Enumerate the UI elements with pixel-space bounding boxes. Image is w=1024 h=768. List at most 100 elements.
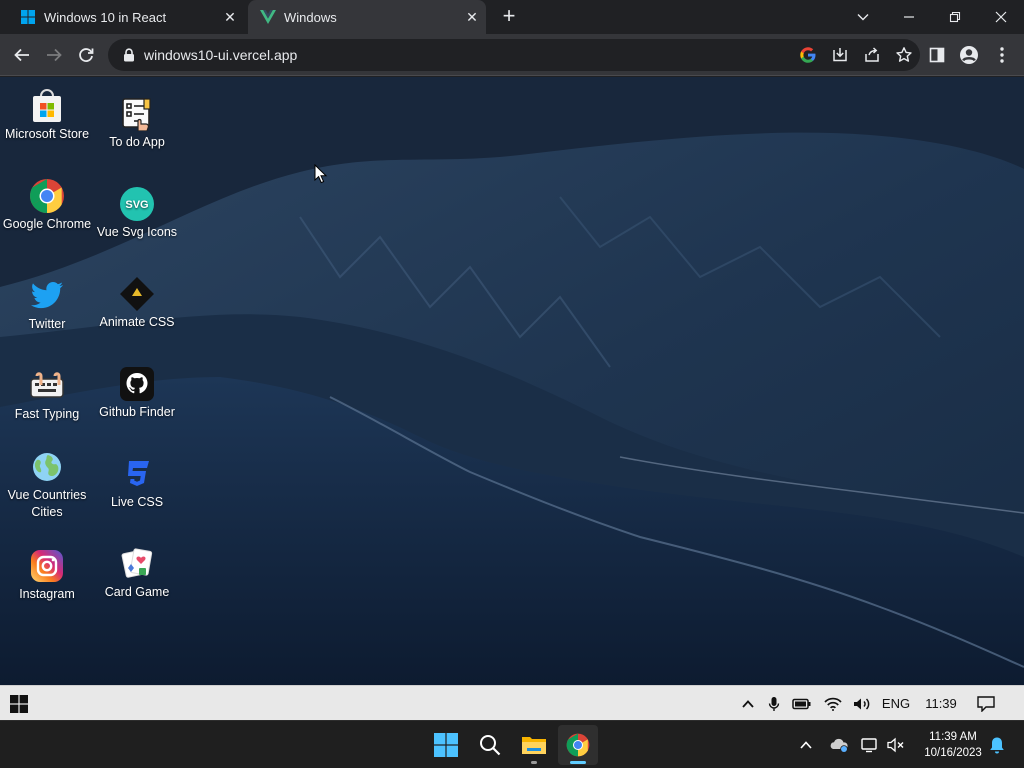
google-icon bbox=[800, 47, 816, 63]
star-icon bbox=[896, 47, 912, 62]
vue-logo-icon bbox=[260, 10, 276, 24]
notifications-button[interactable] bbox=[986, 721, 1008, 768]
tab-strip: Windows 10 in React ✕ Windows ✕ + bbox=[0, 0, 1024, 34]
show-hidden-icons-button[interactable] bbox=[738, 686, 758, 721]
desktop-icon-label: To do App bbox=[109, 135, 165, 149]
action-center-button[interactable] bbox=[972, 686, 1000, 721]
share-button[interactable] bbox=[856, 41, 888, 69]
reload-icon bbox=[79, 48, 94, 62]
side-panel-icon bbox=[929, 47, 945, 63]
wifi-button[interactable] bbox=[820, 686, 846, 721]
taskbar-search-button[interactable] bbox=[470, 725, 510, 765]
battery-button[interactable] bbox=[790, 686, 814, 721]
new-tab-button[interactable]: + bbox=[496, 5, 522, 29]
google-lens-button[interactable] bbox=[792, 41, 824, 69]
desktop-icon-label: Vue Svg Icons bbox=[96, 225, 178, 239]
share-icon bbox=[865, 47, 879, 62]
search-icon bbox=[480, 735, 501, 756]
chevron-up-icon bbox=[800, 741, 812, 749]
side-panel-button[interactable] bbox=[923, 41, 951, 69]
notification-icon bbox=[977, 695, 995, 712]
tab-windows[interactable]: Windows ✕ bbox=[248, 0, 486, 34]
fast-typing-icon bbox=[29, 368, 65, 404]
restore-button[interactable] bbox=[932, 0, 978, 34]
back-button[interactable] bbox=[8, 41, 36, 69]
desktop-icon-live-css[interactable]: Live CSS bbox=[92, 456, 182, 511]
desktop-icon-label: Fast Typing bbox=[14, 407, 80, 421]
tab-close-icon[interactable]: ✕ bbox=[458, 9, 486, 26]
desktop-icon-label: Twitter bbox=[28, 317, 66, 331]
win11-start-button[interactable] bbox=[426, 725, 466, 765]
file-explorer-icon bbox=[522, 737, 546, 754]
host-show-hidden-icons[interactable] bbox=[794, 721, 818, 768]
desktop-icon-vue-svg-icons[interactable]: SVG Vue Svg Icons bbox=[92, 186, 182, 241]
microphone-button[interactable] bbox=[764, 686, 784, 721]
minimize-button[interactable] bbox=[886, 0, 932, 34]
desktop-icon-card-game[interactable]: Card Game bbox=[92, 546, 182, 601]
desktop-icon-instagram[interactable]: Instagram bbox=[2, 548, 92, 603]
arrow-left-icon bbox=[14, 48, 29, 62]
desktop-icon-vue-countries-cities[interactable]: Vue Countries Cities bbox=[2, 449, 92, 521]
chrome-icon bbox=[566, 733, 590, 757]
more-vertical-icon bbox=[1000, 47, 1004, 63]
tab-search-button[interactable] bbox=[840, 0, 886, 34]
desktop-icon-label: Live CSS bbox=[110, 495, 164, 509]
tab-windows-10-in-react[interactable]: Windows 10 in React ✕ bbox=[8, 0, 244, 34]
volume-button[interactable] bbox=[850, 686, 874, 721]
svg-badge-text: SVG bbox=[125, 199, 148, 211]
win10-clock[interactable]: 11:39 bbox=[918, 686, 964, 721]
volume-muted-icon bbox=[887, 737, 904, 753]
microsoft-store-icon bbox=[29, 88, 65, 124]
address-bar[interactable]: windows10-ui.vercel.app bbox=[108, 39, 920, 71]
arrow-right-icon bbox=[47, 48, 62, 62]
desktop-icon-twitter[interactable]: Twitter bbox=[2, 278, 92, 333]
chevron-down-icon bbox=[857, 14, 869, 21]
volume-button[interactable] bbox=[884, 721, 908, 768]
css3-icon bbox=[119, 456, 155, 492]
chrome-icon bbox=[29, 178, 65, 214]
taskbar-file-explorer[interactable] bbox=[514, 725, 554, 765]
desktop-icon-fast-typing[interactable]: Fast Typing bbox=[2, 368, 92, 423]
desktop-icon-label: Github Finder bbox=[99, 405, 175, 419]
onedrive-icon bbox=[830, 738, 848, 753]
forward-button[interactable] bbox=[40, 41, 68, 69]
windows-logo-icon bbox=[434, 733, 458, 757]
card-game-icon bbox=[119, 546, 155, 582]
twitter-icon bbox=[29, 278, 65, 314]
minimize-icon bbox=[904, 16, 914, 18]
win10-start-button[interactable] bbox=[10, 695, 28, 713]
chevron-up-icon bbox=[742, 699, 754, 708]
profile-button[interactable] bbox=[955, 41, 983, 69]
desktop-icon-google-chrome[interactable]: Google Chrome bbox=[2, 178, 92, 233]
onedrive-button[interactable] bbox=[826, 721, 852, 768]
chrome-menu-button[interactable] bbox=[988, 41, 1016, 69]
lock-icon[interactable] bbox=[114, 48, 144, 62]
desktop-icon-animate-css[interactable]: Animate CSS bbox=[92, 276, 182, 331]
desktop-icon-label: Microsoft Store bbox=[4, 127, 90, 141]
language-indicator[interactable]: ENG bbox=[878, 686, 914, 721]
clock-date: 10/16/2023 bbox=[924, 747, 982, 759]
close-window-button[interactable] bbox=[978, 0, 1024, 34]
desktop-icon-label: Instagram bbox=[19, 587, 75, 601]
clock-time: 11:39 AM bbox=[929, 731, 977, 743]
desktop-icon-github-finder[interactable]: Github Finder bbox=[92, 366, 182, 421]
tab-title: Windows bbox=[284, 9, 337, 25]
host-taskbar: 11:39 AM 10/16/2023 bbox=[0, 720, 1024, 768]
desktop[interactable]: Microsoft Store Google Chrome Twitter Fa… bbox=[0, 77, 1024, 685]
bookmark-button[interactable] bbox=[888, 41, 920, 69]
mouse-cursor-icon bbox=[314, 164, 328, 184]
vue-svg-icons-icon: SVG bbox=[119, 186, 155, 222]
running-indicator bbox=[570, 761, 586, 764]
taskbar-chrome[interactable] bbox=[558, 725, 598, 765]
network-button[interactable] bbox=[858, 721, 882, 768]
desktop-icon-microsoft-store[interactable]: Microsoft Store bbox=[2, 88, 92, 143]
reload-button[interactable] bbox=[72, 41, 100, 69]
tab-close-icon[interactable]: ✕ bbox=[216, 9, 244, 26]
desktop-icon-to-do-app[interactable]: To do App bbox=[92, 96, 182, 151]
host-clock[interactable]: 11:39 AM 10/16/2023 bbox=[912, 729, 994, 761]
browser-toolbar: windows10-ui.vercel.app bbox=[0, 34, 1024, 76]
url-text[interactable]: windows10-ui.vercel.app bbox=[144, 47, 792, 63]
github-icon bbox=[119, 366, 155, 402]
desktop-icon-label: Vue Countries Cities bbox=[7, 488, 87, 519]
install-app-button[interactable] bbox=[824, 41, 856, 69]
